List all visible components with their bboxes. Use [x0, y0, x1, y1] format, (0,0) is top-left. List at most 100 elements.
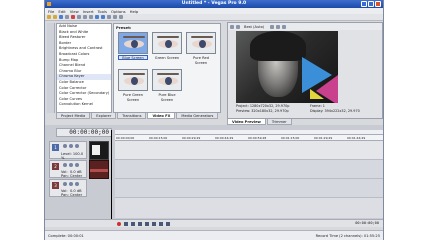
preset-label: Pure Red Screen — [193, 56, 209, 65]
track-lane-audio[interactable] — [115, 160, 383, 179]
go-to-start-icon[interactable] — [159, 221, 163, 226]
play-from-start-icon[interactable] — [131, 221, 135, 226]
track-pan-value: Center — [70, 193, 83, 197]
preset-label: Blue Screen — [118, 55, 148, 60]
tab-project-media[interactable]: Project Media — [56, 113, 91, 119]
fx-icon[interactable] — [75, 163, 79, 167]
tab-media-generators[interactable]: Media Generators — [176, 113, 219, 119]
title-bar: Untitled * - Vegas Pro 9.0 — [45, 0, 383, 8]
video-clip[interactable] — [89, 141, 109, 160]
menu-help[interactable]: Help — [130, 9, 139, 14]
loop-icon[interactable] — [124, 221, 128, 226]
ruler-label: 00:01:15;00 — [281, 136, 300, 140]
open-icon[interactable] — [53, 15, 57, 19]
paste-icon[interactable] — [89, 15, 93, 19]
mute-icon[interactable] — [63, 163, 67, 167]
copy-snapshot-icon[interactable] — [276, 24, 281, 29]
track-number: 1 — [52, 144, 59, 151]
tab-explorer[interactable]: Explorer — [91, 113, 117, 119]
render-icon[interactable] — [71, 15, 75, 19]
minimize-button[interactable] — [361, 1, 367, 7]
preset-blue-screen[interactable]: Blue Screen — [118, 32, 148, 60]
menu-edit[interactable]: Edit — [58, 9, 65, 14]
preset-label: Green Screen — [154, 56, 180, 60]
save-icon[interactable] — [59, 15, 63, 19]
end-timecode: 00:00:00;00 — [355, 221, 379, 225]
preview-settings-icon[interactable] — [230, 24, 234, 29]
preview-toolbar: Best (Auto) — [228, 23, 382, 30]
play-icon[interactable] — [138, 221, 142, 226]
preview-info: Project: 1280x720x32, 29.970p Preview: 3… — [236, 104, 383, 113]
tab-transitions[interactable]: Transitions — [117, 113, 147, 119]
stop-icon[interactable] — [152, 221, 156, 226]
effect-list-item[interactable]: Convolution Kernel — [57, 102, 111, 108]
track-pan-value: Center — [70, 174, 83, 178]
solo-icon[interactable] — [69, 182, 73, 186]
menu-options[interactable]: Options — [111, 9, 126, 14]
mute-icon[interactable] — [63, 182, 67, 186]
track-header-video: 1 Level: 100.0 % — [49, 141, 87, 160]
close-button[interactable] — [375, 1, 381, 7]
preset-label: Pure Blue Screen — [158, 93, 176, 102]
playhead-cursor[interactable] — [111, 130, 112, 219]
preset-thumbnail — [118, 32, 148, 54]
presets-panel: Preset: Blue Screen Green Screen Pure Re… — [113, 23, 221, 113]
overlays-icon[interactable] — [270, 24, 275, 29]
preset-green-screen[interactable]: Green Screen — [152, 32, 182, 60]
track-lane-audio[interactable] — [115, 179, 383, 198]
new-project-icon[interactable] — [47, 15, 51, 19]
mute-icon[interactable] — [63, 144, 67, 148]
preview-quality-select[interactable]: Best (Auto) — [244, 25, 264, 29]
effect-list-item[interactable]: Color Corrector (Secondary) — [57, 91, 111, 97]
properties-icon[interactable] — [65, 15, 69, 19]
effects-list: Add Noise Black and White Bleed Restorer Bo… — [56, 23, 112, 113]
cut-icon[interactable] — [77, 15, 81, 19]
main-toolbar — [45, 14, 383, 21]
menu-view[interactable]: View — [70, 9, 79, 14]
menu-insert[interactable]: Insert — [83, 9, 94, 14]
help-icon[interactable] — [119, 15, 123, 19]
window-title: Untitled * - Vegas Pro 9.0 — [181, 1, 247, 6]
audio-clip[interactable] — [89, 160, 109, 179]
preset-thumbnail — [186, 32, 216, 54]
go-to-end-icon[interactable] — [166, 221, 170, 226]
record-icon[interactable] — [117, 221, 121, 226]
solo-icon[interactable] — [69, 163, 73, 167]
track-number: 3 — [52, 182, 59, 189]
copy-icon[interactable] — [83, 15, 87, 19]
save-snapshot-icon[interactable] — [282, 24, 287, 29]
ruler-label: 00:00:15;00 — [149, 136, 168, 140]
preset-pure-red-screen[interactable]: Pure Red Screen — [186, 32, 216, 65]
track-pan-label: Pan: — [61, 174, 69, 178]
fx-icon[interactable] — [75, 182, 79, 186]
edit-tool-icon[interactable] — [107, 15, 111, 19]
video-preview-panel: Best (Auto) Project: 1280x720x32, 29.970… — [227, 22, 383, 119]
envelope-tool-icon[interactable] — [113, 15, 117, 19]
redo-icon[interactable] — [101, 15, 105, 19]
split-screen-icon[interactable] — [236, 24, 240, 29]
status-left: Complete: 00:00:01 — [48, 234, 84, 238]
maximize-button[interactable] — [368, 1, 374, 7]
tab-video-fx[interactable]: Video FX — [147, 113, 176, 119]
preview-preview-info: Preview: 320x180x32, 29.970p — [236, 108, 289, 113]
timeline-timecode: 00:00:00;00 — [56, 128, 112, 137]
preset-pure-green-screen[interactable]: Pure Green Screen — [118, 69, 148, 102]
preset-pure-blue-screen[interactable]: Pure Blue Screen — [152, 69, 182, 102]
preset-label: Pure Green Screen — [122, 93, 144, 102]
track-lane-video[interactable] — [115, 141, 383, 160]
pause-icon[interactable] — [145, 221, 149, 226]
app-window: Untitled * - Vegas Pro 9.0 File Edit Vie… — [44, 0, 384, 240]
preset-thumbnail — [118, 69, 148, 91]
menu-file[interactable]: File — [48, 9, 54, 14]
track-level-label: Level: 100.0 % — [61, 152, 84, 160]
menu-tools[interactable]: Tools — [98, 9, 107, 14]
ruler-label: 00:01:44;29 — [347, 136, 366, 140]
solo-icon[interactable] — [69, 144, 73, 148]
fx-icon[interactable] — [75, 144, 79, 148]
undo-icon[interactable] — [95, 15, 99, 19]
track-lanes[interactable] — [115, 141, 383, 218]
status-right: Record Time (2 channels): 01:55:25 — [315, 234, 380, 238]
ruler-label: 00:01:29;29 — [314, 136, 333, 140]
transport-bar — [45, 219, 383, 227]
track-number: 2 — [52, 163, 59, 170]
